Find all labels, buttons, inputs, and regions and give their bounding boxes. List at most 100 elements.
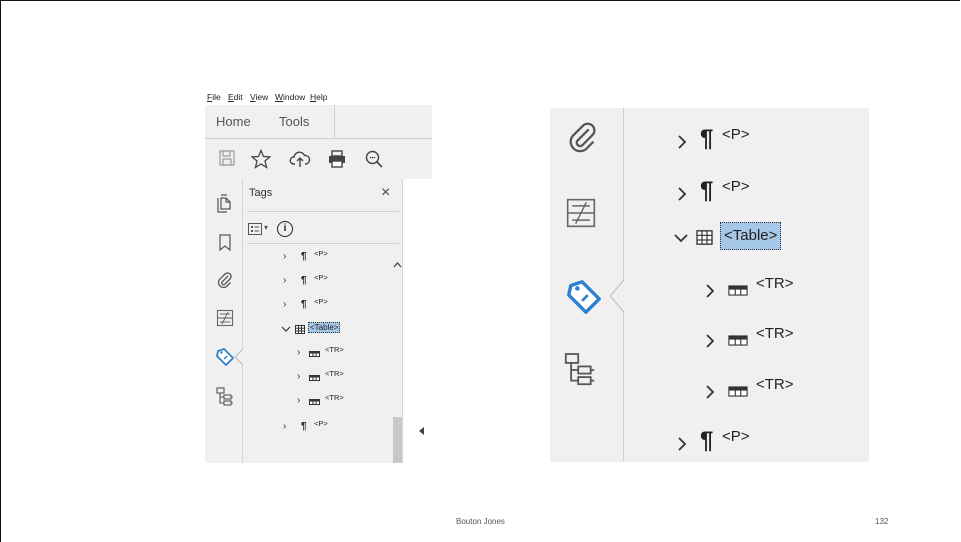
menu-edit[interactable]: Edit [228,92,243,102]
table-icon [696,230,713,245]
tab-home[interactable]: Home [216,114,251,129]
tag-label: <TR> [325,345,344,354]
menu-view[interactable]: View [250,92,268,102]
table-row-icon [728,335,748,346]
chevron-right-icon[interactable] [678,437,687,451]
active-indicator [609,279,624,313]
tag-label-selected: <Table> [308,322,341,333]
chevron-down-icon[interactable] [674,234,688,243]
star-icon[interactable] [251,149,271,169]
tag-label: <P> [722,178,750,195]
attachment-icon[interactable] [216,271,234,289]
cloud-upload-icon[interactable] [289,149,311,169]
footer-author: Bouton Jones [456,517,505,526]
tree-row-selected[interactable]: <Table> [243,321,393,339]
chevron-right-icon[interactable]: › [283,421,286,432]
divider [247,211,399,212]
tags-panel: Tags × ▾ i › ¶ <P> › ¶ <P> › ¶ <P> <Tabl… [243,179,402,463]
tree-row[interactable]: <TR> [624,275,864,305]
chevron-right-icon[interactable]: › [297,371,300,382]
tree-row[interactable]: <TR> [624,376,864,406]
chevron-right-icon[interactable]: › [283,275,286,286]
chevron-right-icon[interactable] [706,385,715,399]
acrobat-window-screenshot: File Edit View Window Help Home Tools Ta… [205,87,432,463]
menu-bar: File Edit View Window Help [205,87,432,105]
navigation-rail [205,179,243,463]
page-number: 132 [875,517,889,526]
tree-row[interactable]: › <TR> [243,345,393,363]
scrollbar-thumb[interactable] [393,417,402,463]
divider [402,179,403,463]
paragraph-icon: ¶ [700,125,714,152]
tree-row[interactable]: › ¶ <P> [243,249,393,267]
attachment-icon[interactable] [566,120,600,154]
tree-row[interactable]: <TR> [624,325,864,355]
tag-label: <P> [314,297,328,306]
chevron-down-icon[interactable]: ▾ [264,223,268,232]
tree-row[interactable]: › ¶ <P> [243,297,393,315]
paragraph-icon: ¶ [301,275,307,286]
chevron-right-icon[interactable] [678,135,687,149]
info-icon[interactable]: i [277,221,293,237]
tree-row[interactable]: › <TR> [243,393,393,411]
paragraph-icon: ¶ [301,251,307,262]
tag-label: <TR> [325,393,344,402]
document-pane [402,179,432,463]
tag-label-selected: <Table> [720,222,782,250]
tab-tools[interactable]: Tools [279,114,309,129]
tag-label: <P> [314,419,328,428]
chevron-right-icon[interactable] [706,334,715,348]
chevron-right-icon[interactable]: › [283,251,286,262]
tag-icon[interactable] [215,347,235,367]
paragraph-icon: ¶ [301,299,307,310]
tree-row[interactable]: ¶ <P> [624,428,864,458]
panel-title: Tags [249,187,273,199]
tree-row[interactable]: › ¶ <P> [243,419,393,437]
tree-row[interactable]: › <TR> [243,369,393,387]
tag-label: <P> [722,126,750,143]
toolbar [205,139,432,179]
copy-pages-icon[interactable] [216,193,234,213]
tab-bar: Home Tools [205,105,432,139]
menu-help[interactable]: Help [310,92,327,102]
divider [247,243,399,244]
chevron-right-icon[interactable]: › [297,395,300,406]
navigation-rail-zoomed [550,108,624,462]
table-row-icon [309,351,320,357]
tag-label: <P> [722,428,750,445]
table-row-icon [728,285,748,296]
chevron-right-icon[interactable] [678,187,687,201]
paragraph-icon: ¶ [700,427,714,454]
save-icon[interactable] [218,149,236,167]
table-row-icon [728,386,748,397]
chevron-down-icon[interactable] [281,326,291,333]
tree-row[interactable]: ¶ <P> [624,126,864,156]
compare-icon[interactable] [216,309,234,327]
chevron-right-icon[interactable]: › [283,299,286,310]
collapse-arrow-icon[interactable] [419,427,425,435]
close-icon[interactable]: × [381,184,390,202]
zoom-icon[interactable] [364,149,384,169]
table-row-icon [309,375,320,381]
content-tree-icon[interactable] [564,352,596,388]
menu-window[interactable]: Window [275,92,305,102]
tab-divider [334,105,335,138]
compare-icon[interactable] [565,196,597,230]
print-icon[interactable] [327,149,347,169]
tag-label: <P> [314,273,328,282]
tag-label: <TR> [756,275,794,292]
zoomed-tags-panel: ¶ <P> ¶ <P> <Table> <TR> <TR> <TR> ¶ <P> [550,108,869,462]
menu-file[interactable]: File [207,92,221,102]
chevron-right-icon[interactable] [706,284,715,298]
tag-icon[interactable] [564,278,604,316]
scroll-up-icon[interactable] [393,261,402,268]
content-tree-icon[interactable] [216,387,234,407]
tree-row[interactable]: › ¶ <P> [243,273,393,291]
tree-row[interactable]: ¶ <P> [624,178,864,208]
tag-label: <TR> [756,325,794,342]
options-icon[interactable] [248,223,262,235]
tree-row-selected[interactable]: <Table> [624,222,864,252]
chevron-right-icon[interactable]: › [297,347,300,358]
tag-label: <TR> [325,369,344,378]
bookmark-icon[interactable] [218,234,232,252]
